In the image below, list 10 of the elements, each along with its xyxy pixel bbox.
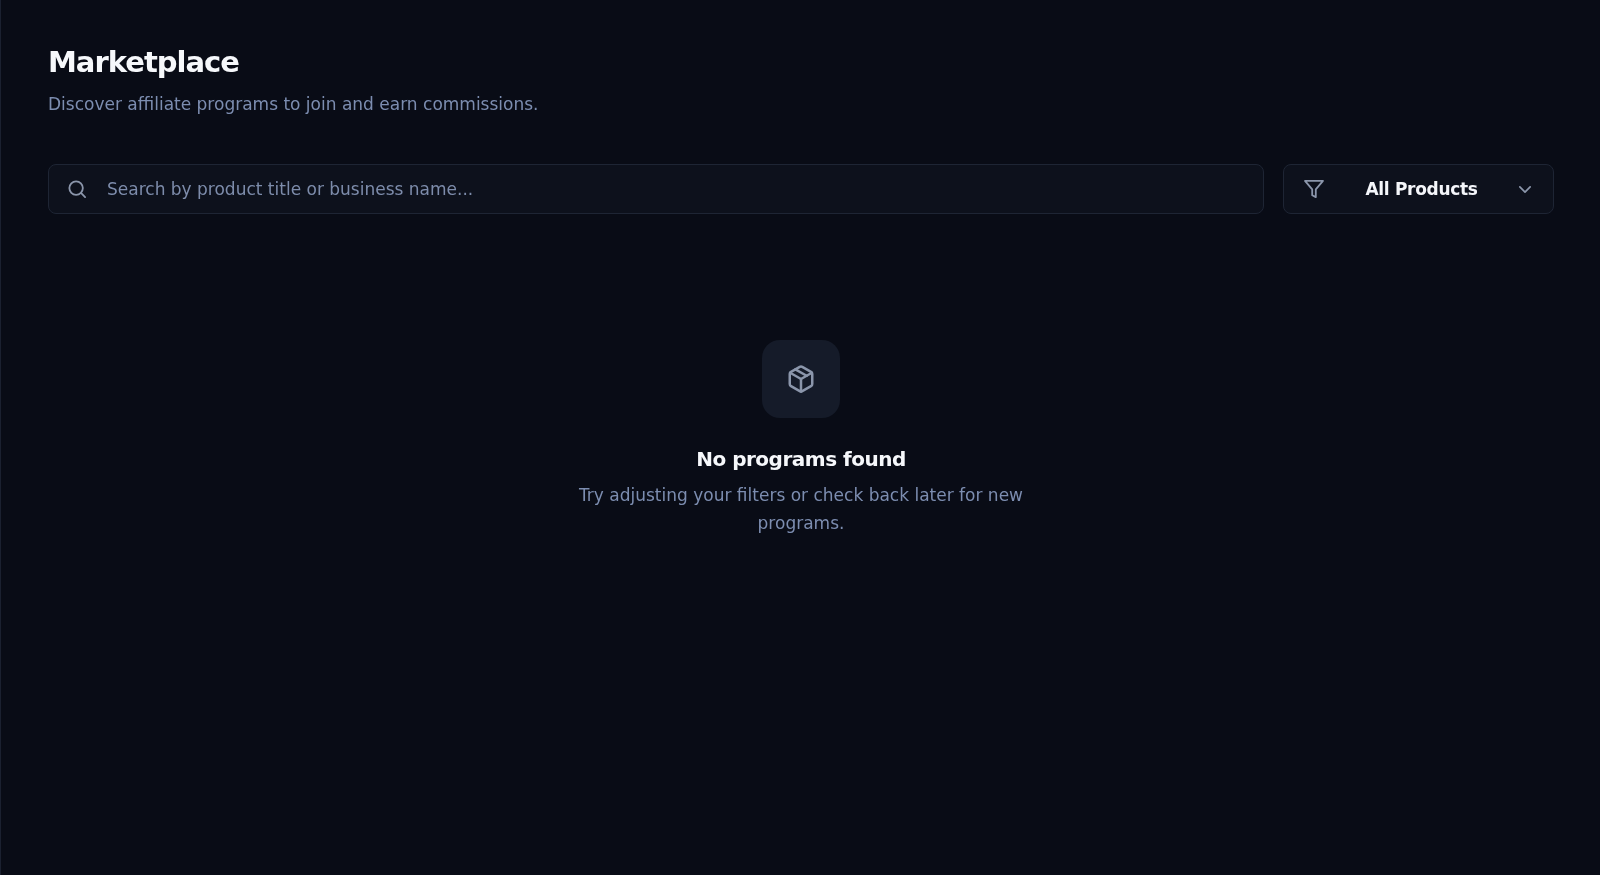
empty-state-title: No programs found — [696, 446, 906, 473]
box-icon — [762, 340, 840, 418]
filter-icon — [1304, 180, 1324, 198]
product-filter-dropdown[interactable]: All Products — [1283, 164, 1554, 214]
chevron-down-icon — [1519, 185, 1531, 193]
search-field[interactable]: Search by product title or business name... — [48, 164, 1264, 214]
empty-state-message: Try adjusting your filters or check back later for new programs. — [577, 484, 1024, 535]
page-title: Marketplace — [48, 44, 239, 81]
search-icon — [68, 180, 86, 198]
page-subtitle: Discover affiliate programs to join and earn commissions. — [48, 93, 539, 116]
